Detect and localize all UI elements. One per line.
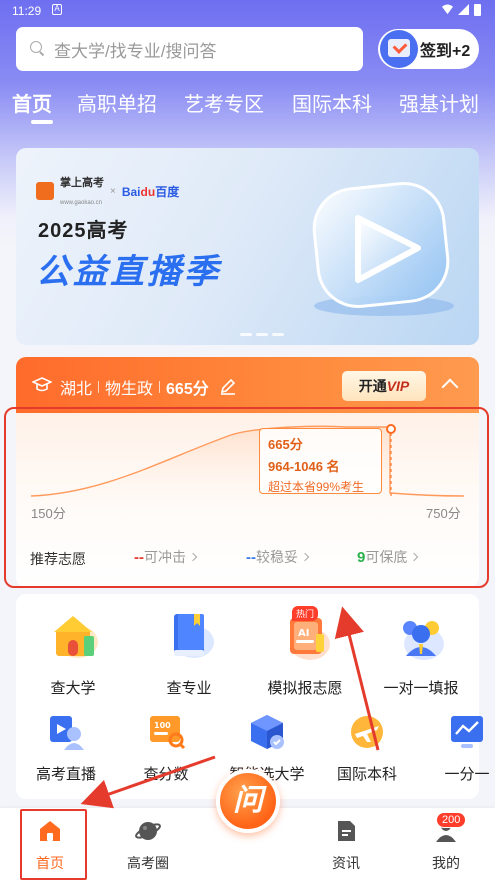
grid-one-on-one[interactable]: 一对一填报 (366, 610, 476, 698)
message-badge: 200 (436, 812, 467, 828)
brand-gaokao-url: www.gaokao.cn (60, 200, 103, 206)
live-banner[interactable]: 掌上高考 www.gaokao.cn × Baidu百度 2025高考 公益直播… (16, 148, 479, 345)
brand-gaokao: 掌上高考 (60, 177, 104, 189)
gaokao-logo-icon (36, 182, 54, 200)
chart-icon (451, 716, 483, 748)
grid-label: 查大学 (50, 680, 96, 697)
tab-underline (31, 120, 53, 124)
consultant-icon (403, 621, 444, 660)
signal-icon (458, 4, 469, 15)
tab-strong-base[interactable]: 强基计划 (399, 88, 479, 117)
search-bar[interactable]: 查大学/找专业/搜问答 (16, 27, 363, 71)
edit-icon[interactable] (219, 378, 237, 396)
nav-news[interactable]: 资讯 (306, 818, 386, 873)
status-time: 11:29 (12, 4, 42, 18)
annotation-box-home-tab (20, 809, 87, 880)
grid-label: 国际本科 (336, 766, 397, 783)
score-card-header: 湖北 物生政 665分 开通VIP (16, 357, 479, 413)
play-button-icon (312, 181, 454, 316)
search-icon (30, 41, 46, 57)
status-icons (442, 4, 481, 16)
graduation-cap-icon (32, 377, 52, 392)
banner-pager (240, 333, 284, 336)
ask-button[interactable]: 问 (216, 769, 280, 833)
svg-text:100: 100 (154, 721, 171, 730)
news-icon (338, 821, 355, 841)
hot-tag: 热门 (292, 606, 319, 621)
profile-info[interactable]: 湖北 物生政 665分 (60, 375, 237, 399)
plane-icon (351, 716, 383, 748)
checkin-button[interactable]: 签到+2 (378, 29, 479, 69)
grid-find-university[interactable]: 查大学 (18, 610, 128, 698)
brand-baidu: Baidu百度 (121, 184, 180, 199)
tab-international[interactable]: 国际本科 (292, 88, 372, 117)
province: 湖北 (60, 381, 93, 398)
svg-text:AI: AI (298, 628, 309, 639)
nav-community[interactable]: 高考圈 (108, 818, 188, 873)
planet-icon (135, 822, 161, 840)
nav-label: 我的 (432, 855, 460, 871)
cube-icon (251, 715, 284, 749)
university-icon (54, 616, 98, 658)
tab-home[interactable]: 首页 (12, 88, 52, 117)
grid-find-major[interactable]: 查专业 (134, 610, 244, 698)
nav-label: 高考圈 (127, 855, 169, 871)
tab-art-exam[interactable]: 艺考专区 (184, 88, 264, 117)
grid-check-score[interactable]: 100 查分数 (111, 712, 221, 784)
banner-logos: 掌上高考 www.gaokao.cn × Baidu百度 (36, 173, 179, 209)
grid-international[interactable]: 国际本科 (312, 712, 422, 784)
grid-label: 模拟报志愿 (267, 680, 343, 697)
tab-vocational[interactable]: 高职单招 (77, 88, 157, 117)
grid-label: 一对一填报 (383, 680, 459, 697)
status-bar: 11:29 A (0, 0, 495, 22)
banner-year: 2025高考 (38, 220, 129, 242)
top-tabs: 首页 高职单招 艺考专区 国际本科 强基计划 (12, 88, 495, 128)
collapse-icon[interactable] (441, 378, 459, 396)
score-value: 665分 (166, 381, 209, 398)
grid-label: 查专业 (166, 680, 212, 697)
open-vip-button[interactable]: 开通VIP (342, 371, 426, 401)
search-input[interactable]: 查大学/找专业/搜问答 (54, 37, 216, 62)
wifi-icon (442, 4, 453, 15)
banner-title: 公益直播季 (36, 253, 221, 291)
ask-icon: 问 (233, 784, 263, 817)
calendar-check-icon (380, 30, 418, 68)
score-icon: 100 (150, 716, 186, 750)
grid-live[interactable]: 高考直播 (11, 712, 121, 784)
battery-icon (474, 4, 481, 16)
grid-label: 高考直播 (35, 766, 96, 783)
book-icon (174, 614, 214, 658)
brand-separator: × (110, 185, 116, 197)
subjects: 物生政 (105, 381, 154, 398)
live-icon (50, 716, 84, 750)
grid-mock-application[interactable]: AI 模拟报志愿 (250, 610, 360, 698)
grid-label: 查分数 (143, 766, 189, 783)
grid-label: 一分一 (444, 766, 490, 783)
checkin-label: 签到+2 (420, 43, 471, 60)
grid-score-table[interactable]: 一分一 (412, 712, 495, 784)
nav-label: 资讯 (332, 855, 360, 871)
app-indicator-icon: A (52, 4, 62, 15)
annotation-box-score-card (4, 407, 489, 588)
